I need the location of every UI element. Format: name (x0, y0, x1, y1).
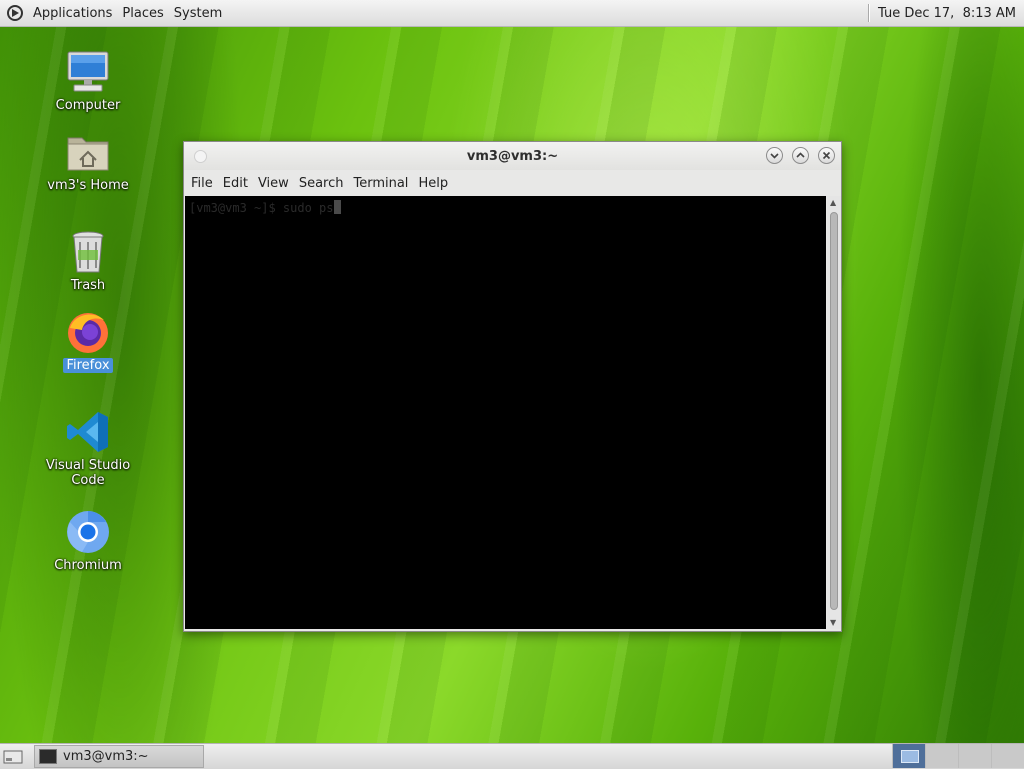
chevron-down-icon (770, 153, 779, 159)
text-cursor (333, 200, 341, 214)
scroll-down-icon[interactable]: ▼ (830, 618, 836, 627)
menu-terminal[interactable]: Terminal (348, 176, 413, 191)
prompt-line: [vm3@vm3 ~]$ sudo ps (189, 200, 341, 215)
desktop-icon-home[interactable]: vm3's Home (28, 128, 148, 193)
top-panel: Applications Places System Tue Dec 17, 8… (0, 0, 1024, 27)
chevron-up-icon (796, 152, 805, 158)
clock[interactable]: Tue Dec 17, 8:13 AM (878, 6, 1016, 21)
desktop-icon-label: Computer (55, 98, 121, 113)
panel-separator (868, 4, 870, 22)
chromium-icon (67, 511, 109, 553)
computer-icon (67, 51, 109, 92)
vscode-icon (67, 412, 108, 452)
desktop-icon-vscode[interactable]: Visual Studio Code (28, 408, 148, 488)
applications-logo-icon[interactable] (6, 4, 24, 22)
show-desktop-button[interactable] (2, 748, 24, 766)
maximize-button[interactable] (792, 147, 809, 164)
menu-help[interactable]: Help (413, 176, 453, 191)
show-desktop-icon (3, 750, 23, 763)
workspace-2[interactable] (925, 744, 958, 768)
desktop-icon-chromium[interactable]: Chromium (28, 508, 148, 573)
desktop-icon-firefox[interactable]: Firefox (28, 308, 148, 373)
workspace-1[interactable] (892, 744, 925, 768)
scroll-up-icon[interactable]: ▲ (830, 198, 836, 207)
taskbar-item-label: vm3@vm3:~ (63, 749, 149, 764)
taskbar-item-terminal[interactable]: vm3@vm3:~ (34, 745, 204, 768)
desktop-icon-computer[interactable]: Computer (28, 48, 148, 113)
bottom-panel: vm3@vm3:~ (0, 743, 1024, 769)
close-icon (822, 151, 831, 160)
workspace-switcher (892, 744, 1024, 769)
terminal-menubar: File Edit View Search Terminal Help (184, 170, 841, 196)
close-button[interactable] (818, 147, 835, 164)
minimize-button[interactable] (766, 147, 783, 164)
menu-view[interactable]: View (253, 176, 294, 191)
prompt-text: [vm3@vm3 ~]$ sudo ps (189, 201, 334, 215)
system-menu[interactable]: System (169, 6, 227, 21)
menu-edit[interactable]: Edit (218, 176, 253, 191)
desktop-icon-label: Firefox (63, 358, 113, 373)
firefox-icon (68, 313, 108, 353)
terminal-icon (39, 749, 57, 764)
trash-icon (72, 231, 104, 273)
terminal-window[interactable]: vm3@vm3:~ File Edit View Search Terminal… (183, 141, 842, 632)
places-menu[interactable]: Places (117, 6, 168, 21)
applications-menu[interactable]: Applications (28, 6, 117, 21)
window-title: vm3@vm3:~ (466, 148, 559, 164)
workspace-3[interactable] (958, 744, 991, 768)
menu-file[interactable]: File (186, 176, 218, 191)
terminal-output[interactable]: [vm3@vm3 ~]$ sudo ps (185, 196, 826, 629)
desktop-icon-label: Visual Studio Code (45, 458, 131, 488)
desktop-icon-label: Chromium (54, 558, 122, 573)
desktop-icon-label: vm3's Home (47, 178, 129, 193)
home-folder-icon (67, 137, 109, 171)
window-menu-icon[interactable] (194, 150, 207, 163)
terminal-scrollbar[interactable]: ▲ ▼ (827, 196, 841, 629)
desktop-icon-label: Trash (70, 278, 106, 293)
window-titlebar[interactable]: vm3@vm3:~ (184, 142, 841, 170)
desktop-icon-trash[interactable]: Trash (28, 228, 148, 293)
workspace-4[interactable] (991, 744, 1024, 768)
scrollbar-thumb[interactable] (830, 212, 838, 610)
menu-search[interactable]: Search (294, 176, 349, 191)
